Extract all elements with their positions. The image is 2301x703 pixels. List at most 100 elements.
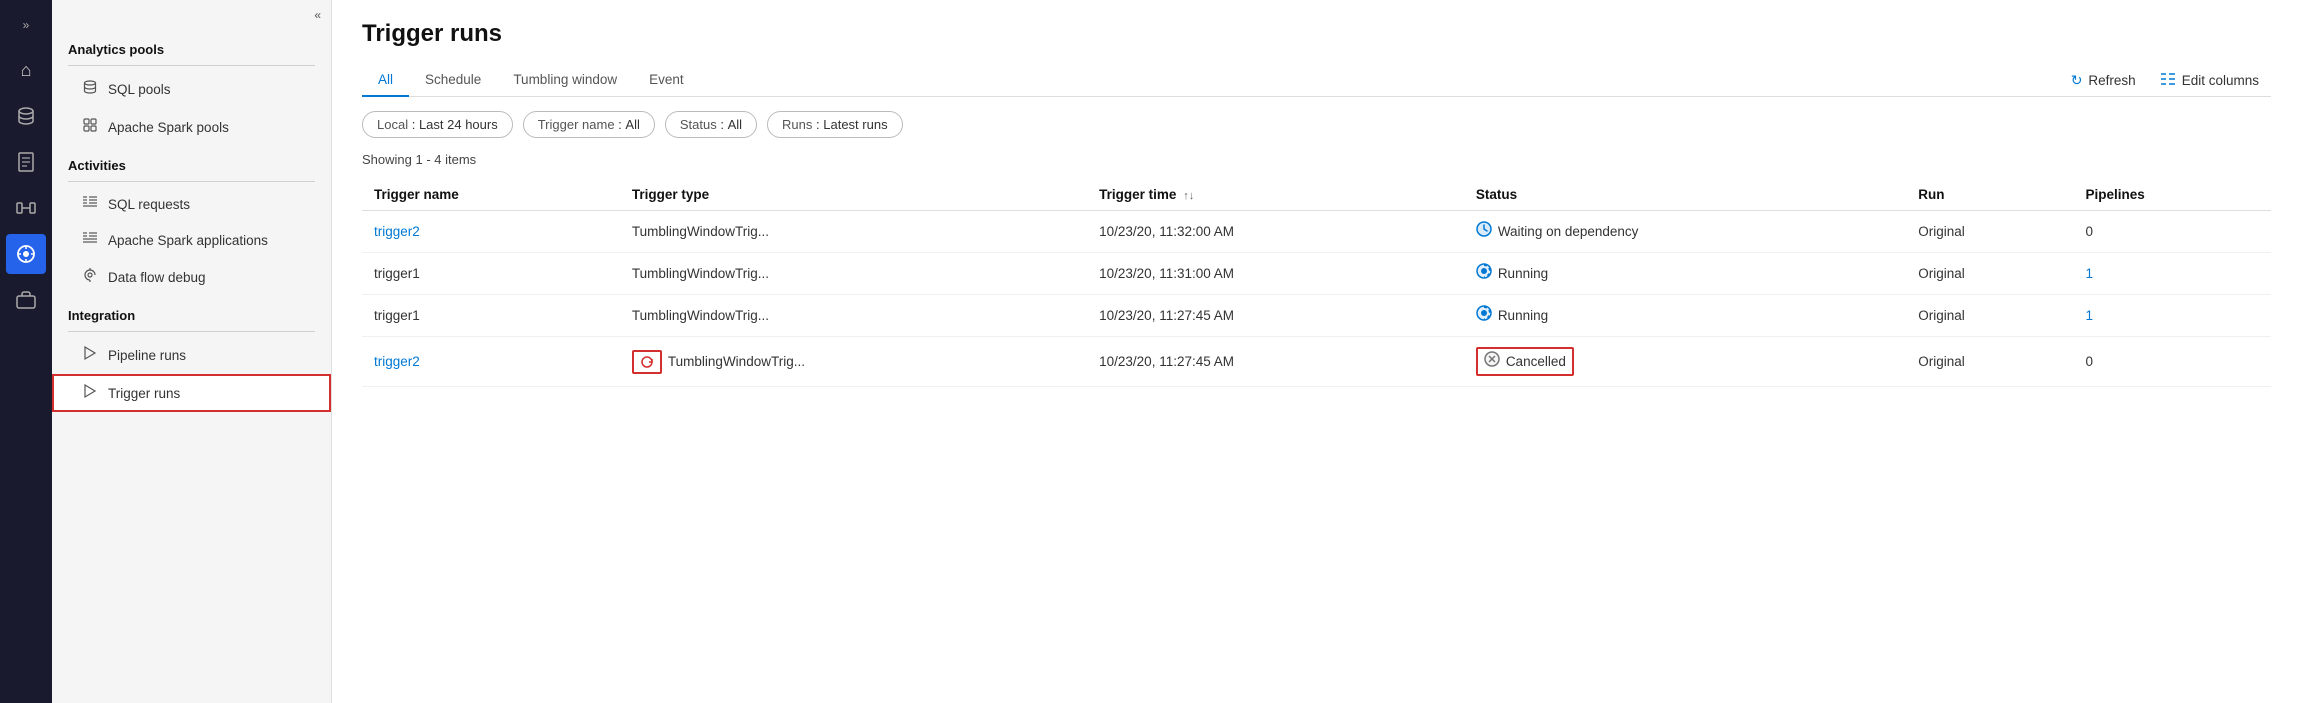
col-header-run: Run: [1906, 179, 2073, 211]
analytics-pools-section-header: Analytics pools: [52, 30, 331, 61]
sidebar-item-pipeline-runs[interactable]: Pipeline runs: [52, 336, 331, 374]
sql-requests-label: SQL requests: [108, 197, 190, 212]
status-filter-key: Status: [680, 117, 717, 132]
running-icon-2: [1476, 305, 1492, 326]
running-label-2: Running: [1498, 308, 1548, 323]
trigger-time-cell: 10/23/20, 11:32:00 AM: [1087, 211, 1464, 253]
running-icon: [1476, 263, 1492, 284]
run-cell: Original: [1906, 211, 2073, 253]
analytics-pools-divider: [68, 65, 315, 66]
trigger-name-filter-pill[interactable]: Trigger name : All: [523, 111, 655, 138]
cancelled-status-container: Cancelled: [1476, 347, 1574, 376]
pipelines-cell: 1: [2074, 253, 2271, 295]
trigger-name-cell: trigger1: [362, 253, 620, 295]
trigger-time-cell-cancelled: 10/23/20, 11:27:45 AM: [1087, 337, 1464, 387]
integration-divider: [68, 331, 315, 332]
edit-columns-label: Edit columns: [2182, 73, 2259, 88]
running-label-1: Running: [1498, 266, 1548, 281]
database-nav-icon[interactable]: [6, 96, 46, 136]
apache-spark-applications-label: Apache Spark applications: [108, 233, 268, 248]
sidebar-item-data-flow-debug[interactable]: Data flow debug: [52, 258, 331, 296]
refresh-icon: ↻: [2071, 72, 2083, 89]
local-filter-pill[interactable]: Local : Last 24 hours: [362, 111, 513, 138]
trigger-runs-icon: [82, 383, 98, 403]
apache-spark-pools-icon: [82, 117, 98, 137]
runs-filter-key: Runs: [782, 117, 812, 132]
refresh-label: Refresh: [2088, 73, 2135, 88]
showing-count: Showing 1 - 4 items: [362, 152, 2271, 167]
apache-spark-pools-label: Apache Spark pools: [108, 120, 229, 135]
status-filter-separator: :: [720, 117, 727, 132]
sidebar-item-apache-spark-applications[interactable]: Apache Spark applications: [52, 222, 331, 258]
sidebar: « Analytics pools SQL pools Apache Spark…: [52, 0, 332, 703]
col-header-trigger-time[interactable]: Trigger time ↑↓: [1087, 179, 1464, 211]
table-row: trigger1 TumblingWindowTrig... 10/23/20,…: [362, 295, 2271, 337]
trigger-name-cell: trigger1: [362, 295, 620, 337]
trigger-time-cell: 10/23/20, 11:27:45 AM: [1087, 295, 1464, 337]
tab-schedule[interactable]: Schedule: [409, 64, 497, 97]
refresh-button[interactable]: ↻ Refresh: [2059, 66, 2148, 95]
filter-bar: Local : Last 24 hours Trigger name : All…: [362, 111, 2271, 138]
run-cell: Original: [1906, 295, 2073, 337]
collapse-sidebar-button[interactable]: «: [52, 0, 331, 30]
briefcase-nav-icon[interactable]: [6, 280, 46, 320]
notebook-nav-icon[interactable]: [6, 142, 46, 182]
icon-bar: » ⌂: [0, 0, 52, 703]
local-filter-value: Last 24 hours: [419, 117, 498, 132]
activities-section-header: Activities: [52, 146, 331, 177]
sql-requests-icon: [82, 195, 98, 213]
expand-icon-bar-button[interactable]: »: [6, 10, 46, 40]
tab-all[interactable]: All: [362, 64, 409, 97]
tab-tumbling-window[interactable]: Tumbling window: [497, 64, 633, 97]
status-filter-pill[interactable]: Status : All: [665, 111, 757, 138]
home-nav-icon[interactable]: ⌂: [6, 50, 46, 90]
status-filter-value: All: [728, 117, 742, 132]
waiting-dependency-label: Waiting on dependency: [1498, 224, 1639, 239]
refresh-trigger-icon[interactable]: [632, 350, 662, 374]
integration-section-header: Integration: [52, 296, 331, 327]
trigger-name-filter-key: Trigger name: [538, 117, 615, 132]
sidebar-item-sql-pools[interactable]: SQL pools: [52, 70, 331, 108]
tabs-bar: All Schedule Tumbling window Event ↻ Ref…: [362, 64, 2271, 97]
pipelines-link[interactable]: 1: [2086, 266, 2094, 281]
apache-spark-applications-icon: [82, 231, 98, 249]
local-filter-key: Local: [377, 117, 408, 132]
cancelled-label: Cancelled: [1506, 354, 1566, 369]
pipelines-link-2[interactable]: 1: [2086, 308, 2094, 323]
edit-columns-icon: [2160, 72, 2176, 89]
sort-icon: ↑↓: [1183, 190, 1194, 202]
pipelines-cell-cancelled: 0: [2074, 337, 2271, 387]
pipelines-cell: 0: [2074, 211, 2271, 253]
trigger-time-cell: 10/23/20, 11:31:00 AM: [1087, 253, 1464, 295]
col-header-trigger-type: Trigger type: [620, 179, 1087, 211]
pipeline-nav-icon[interactable]: [6, 188, 46, 228]
local-filter-separator: :: [412, 117, 419, 132]
sidebar-item-trigger-runs[interactable]: Trigger runs: [52, 374, 331, 412]
tab-event[interactable]: Event: [633, 64, 700, 97]
data-flow-debug-icon: [82, 267, 98, 287]
trigger-name-link[interactable]: trigger2: [374, 224, 420, 239]
trigger-name-link-cancelled[interactable]: trigger2: [374, 354, 420, 369]
trigger-type-cancelled: TumblingWindowTrig...: [668, 354, 805, 369]
sql-pools-icon: [82, 79, 98, 99]
trigger-runs-table: Trigger name Trigger type Trigger time ↑…: [362, 179, 2271, 387]
pipelines-cell: 1: [2074, 295, 2271, 337]
trigger-type-cell: TumblingWindowTrig...: [620, 211, 1087, 253]
status-cell: Running: [1464, 295, 1906, 337]
edit-columns-button[interactable]: Edit columns: [2148, 66, 2271, 95]
trigger-runs-label: Trigger runs: [108, 386, 180, 401]
run-cell: Original: [1906, 253, 2073, 295]
pipeline-runs-label: Pipeline runs: [108, 348, 186, 363]
trigger-name-cell-cancelled: trigger2: [362, 337, 620, 387]
col-header-pipelines: Pipelines: [2074, 179, 2271, 211]
runs-filter-pill[interactable]: Runs : Latest runs: [767, 111, 903, 138]
pipeline-runs-icon: [82, 345, 98, 365]
col-header-trigger-name: Trigger name: [362, 179, 620, 211]
activities-divider: [68, 181, 315, 182]
page-title: Trigger runs: [362, 20, 2271, 48]
status-cell-cancelled: Cancelled: [1464, 337, 1906, 387]
monitor-nav-icon[interactable]: [6, 234, 46, 274]
sidebar-item-apache-spark-pools[interactable]: Apache Spark pools: [52, 108, 331, 146]
data-flow-debug-label: Data flow debug: [108, 270, 206, 285]
sidebar-item-sql-requests[interactable]: SQL requests: [52, 186, 331, 222]
